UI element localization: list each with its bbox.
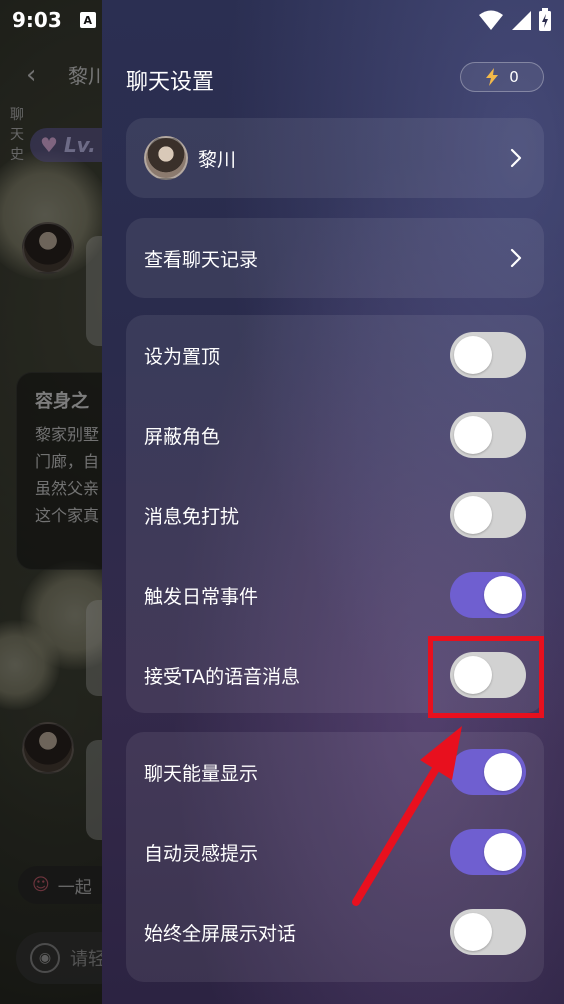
status-bar: 9:03 A [0, 0, 564, 40]
setting-row-fullscreen: 始终全屏展示对话 [126, 892, 544, 972]
history-row[interactable]: 查看聊天记录 [126, 218, 544, 298]
a-icon: A [79, 12, 96, 28]
signal-icon [512, 11, 531, 30]
chat-settings-panel: 聊天设置 0 黎川 查看聊天记录 设为置顶 屏蔽角色 消息免打扰 触发日常事件 … [102, 0, 564, 1004]
setting-label: 聊天能量显示 [144, 762, 259, 785]
chevron-right-icon [510, 248, 522, 268]
setting-row-block: 屏蔽角色 [126, 395, 544, 475]
page-title: 聊天设置 [126, 70, 215, 95]
setting-label: 始终全屏展示对话 [144, 922, 297, 945]
setting-label: 自动灵感提示 [144, 842, 259, 865]
fullscreen-toggle[interactable] [450, 909, 526, 955]
profile-card[interactable]: 黎川 [126, 118, 544, 198]
block-toggle[interactable] [450, 412, 526, 458]
daily-events-toggle[interactable] [450, 572, 526, 618]
chevron-right-icon [510, 148, 522, 168]
profile-name: 黎川 [198, 148, 237, 171]
energy-count: 0 [509, 68, 519, 86]
highlight-box [428, 636, 544, 718]
history-label: 查看聊天记录 [144, 248, 259, 271]
energy-counter[interactable]: 0 [460, 62, 544, 92]
avatar [144, 136, 188, 180]
status-time: 9:03 [12, 8, 62, 32]
toggle-knob [454, 496, 492, 534]
toggle-knob [454, 336, 492, 374]
setting-label: 触发日常事件 [144, 585, 259, 608]
setting-row-energy-display: 聊天能量显示 [126, 732, 544, 812]
status-icons [478, 8, 552, 32]
battery-icon [539, 8, 551, 31]
toggle-knob [484, 833, 522, 871]
toggle-knob [484, 576, 522, 614]
history-card[interactable]: 查看聊天记录 [126, 218, 544, 298]
pin-toggle[interactable] [450, 332, 526, 378]
auto-inspiration-toggle[interactable] [450, 829, 526, 875]
lightning-icon [486, 68, 499, 86]
toggle-knob [484, 753, 522, 791]
profile-row[interactable]: 黎川 [126, 118, 544, 198]
toggle-group-2: 聊天能量显示 自动灵感提示 始终全屏展示对话 [126, 732, 544, 982]
setting-label: 接受TA的语音消息 [144, 665, 301, 688]
toggle-knob [454, 913, 492, 951]
wifi-icon [479, 10, 503, 30]
setting-row-auto-inspiration: 自动灵感提示 [126, 812, 544, 892]
setting-row-dnd: 消息免打扰 [126, 475, 544, 555]
setting-label: 屏蔽角色 [144, 425, 221, 448]
setting-label: 消息免打扰 [144, 505, 240, 528]
setting-label: 设为置顶 [144, 345, 221, 368]
setting-row-daily-events: 触发日常事件 [126, 555, 544, 635]
toggle-knob [454, 416, 492, 454]
energy-display-toggle[interactable] [450, 749, 526, 795]
dnd-toggle[interactable] [450, 492, 526, 538]
setting-row-pin: 设为置顶 [126, 315, 544, 395]
